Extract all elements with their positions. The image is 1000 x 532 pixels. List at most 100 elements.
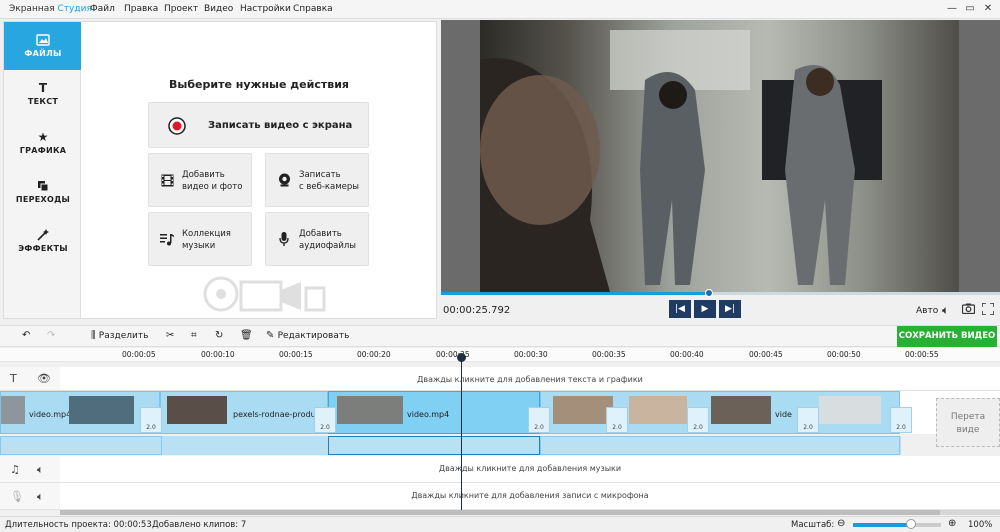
- mic-track[interactable]: Дважды кликните для добавления записи с …: [60, 483, 1000, 510]
- save-video-button[interactable]: СОХРАНИТЬ ВИДЕО: [897, 326, 997, 347]
- mic-track-hint: Дважды кликните для добавления записи с …: [411, 491, 649, 500]
- text-track-icon: T: [10, 372, 17, 385]
- crop-icon[interactable]: ⌗: [191, 330, 197, 341]
- star-icon: ★: [37, 130, 49, 144]
- pencil-icon: ✎: [266, 330, 275, 341]
- menu-edit[interactable]: Правка: [124, 4, 158, 14]
- clip-thumbnail: [711, 396, 771, 424]
- sidebar-item-label: ФАЙЛЫ: [24, 49, 62, 58]
- video-clip[interactable]: video.mp4: [0, 391, 160, 434]
- eye-icon[interactable]: 👁︎: [37, 372, 51, 385]
- menu-file[interactable]: Файл: [90, 4, 115, 14]
- record-screen-label: Записать видео с экрана: [208, 120, 353, 131]
- undo-icon[interactable]: ↶: [22, 330, 30, 341]
- transition[interactable]: 2.0: [528, 407, 550, 433]
- sidebar-item-text[interactable]: T ТЕКСТ: [4, 70, 82, 118]
- transition[interactable]: 2.0: [140, 407, 162, 433]
- play-button[interactable]: ▶: [694, 300, 716, 318]
- clip-audio-segment[interactable]: [540, 436, 900, 455]
- ruler-tick: 00:00:30: [514, 350, 548, 359]
- volume-icon[interactable]: 🔈︎: [942, 303, 949, 318]
- timeline-ruler[interactable]: 00:00:05 00:00:10 00:00:15 00:00:20 00:0…: [0, 348, 1000, 362]
- add-audio-button[interactable]: Добавить аудиофайлы: [265, 212, 369, 266]
- menu-project[interactable]: Проект: [164, 4, 198, 14]
- clip-audio-segment[interactable]: [0, 436, 162, 455]
- playhead[interactable]: [461, 355, 462, 510]
- minimize-button[interactable]: —: [944, 2, 960, 16]
- music-label-2: музыки: [182, 241, 216, 251]
- drop-zone[interactable]: Перета виде: [936, 398, 1000, 447]
- clip-thumbnail: [337, 396, 403, 424]
- previous-frame-button[interactable]: |◀: [669, 300, 691, 318]
- zoom-label: Масштаб:: [791, 520, 835, 530]
- video-clip[interactable]: pexels-rodnae-product: [160, 391, 328, 434]
- rotate-icon[interactable]: ↻: [215, 330, 223, 341]
- next-frame-button[interactable]: ▶|: [719, 300, 741, 318]
- redo-icon[interactable]: ↷: [47, 330, 55, 341]
- drop-zone-label-2: виде: [956, 425, 980, 435]
- volume-icon[interactable]: 🔈︎: [37, 463, 44, 477]
- menu-settings[interactable]: Настройки: [240, 4, 291, 14]
- ruler-tick: 00:00:50: [827, 350, 861, 359]
- music-collection-button[interactable]: Коллекция музыки: [148, 212, 252, 266]
- sidebar-item-label: ТЕКСТ: [27, 97, 59, 106]
- volume-icon[interactable]: 🔈︎: [37, 490, 44, 504]
- maximize-button[interactable]: ▭: [962, 2, 978, 16]
- current-time: 00:00:25.792: [443, 305, 511, 316]
- ruler-tick: 00:00:35: [592, 350, 626, 359]
- video-clip[interactable]: vide: [540, 391, 900, 434]
- ruler-tick: 00:00:05: [122, 350, 156, 359]
- transition-duration: 2.0: [612, 424, 622, 431]
- playback-progress-handle[interactable]: [705, 289, 714, 297]
- transition[interactable]: 2.0: [890, 407, 912, 433]
- sidebar-item-files[interactable]: ФАЙЛЫ: [4, 22, 82, 70]
- menu-help[interactable]: Справка: [293, 4, 333, 14]
- delete-icon[interactable]: 🗑︎: [240, 330, 253, 341]
- add-video-label-2: видео и фото: [182, 182, 243, 192]
- text-track[interactable]: Дважды кликните для добавления текста и …: [60, 367, 1000, 391]
- edit-label: Редактировать: [277, 331, 350, 341]
- split-button[interactable]: ⫼ Разделить: [91, 330, 148, 341]
- transition[interactable]: 2.0: [797, 407, 819, 433]
- video-clip-selected[interactable]: video.mp4: [328, 391, 540, 434]
- playhead-handle[interactable]: [457, 353, 466, 362]
- clips-added: Добавлено клипов: 7: [152, 520, 247, 530]
- files-icon: [36, 34, 50, 46]
- transition[interactable]: 2.0: [687, 407, 709, 433]
- record-screen-button[interactable]: Записать видео с экрана: [148, 102, 369, 148]
- zoom-out-button[interactable]: ⊖: [837, 518, 845, 529]
- ruler-tick: 00:00:55: [905, 350, 939, 359]
- sidebar: ФАЙЛЫ T ТЕКСТ ★ ГРАФИКА ПЕРЕХОДЫ ЭФФЕКТЫ: [3, 21, 82, 319]
- clip-thumbnail: [819, 396, 881, 424]
- close-button[interactable]: ✕: [980, 2, 996, 16]
- skip-forward-icon: ▶|: [725, 304, 735, 314]
- scissors-icon[interactable]: ✂: [166, 330, 174, 341]
- webcam-label-1: Записать: [299, 170, 341, 180]
- zoom-in-button[interactable]: ⊕: [948, 518, 956, 529]
- fullscreen-icon[interactable]: [981, 302, 995, 318]
- add-video-photo-button[interactable]: Добавить видео и фото: [148, 153, 252, 207]
- sidebar-item-transitions[interactable]: ПЕРЕХОДЫ: [4, 168, 82, 216]
- skip-back-icon: |◀: [675, 304, 685, 314]
- project-duration: Длительность проекта: 00:00:53: [5, 520, 152, 530]
- quality-select[interactable]: Авто: [916, 306, 938, 316]
- sidebar-item-effects[interactable]: ЭФФЕКТЫ: [4, 217, 82, 265]
- webcam-icon: [278, 173, 291, 190]
- record-webcam-button[interactable]: Записать с веб-камеры: [265, 153, 369, 207]
- transition[interactable]: 2.0: [606, 407, 628, 433]
- clip-thumbnail: [553, 396, 613, 424]
- sidebar-item-graphics[interactable]: ★ ГРАФИКА: [4, 119, 82, 167]
- timeline-scrollbar-thumb[interactable]: [60, 510, 940, 515]
- zoom-value: 100%: [968, 520, 993, 530]
- camera-icon[interactable]: [961, 303, 976, 317]
- edit-toolbar: ↶ ↷ ⫼ Разделить ✂ ⌗ ↻ 🗑︎ ✎ Редактировать: [0, 325, 1000, 347]
- music-track[interactable]: Дважды кликните для добавления музыки: [60, 456, 1000, 483]
- transition[interactable]: 2.0: [314, 407, 336, 433]
- music-track-header: ♫ 🔈︎: [0, 456, 60, 483]
- video-frame[interactable]: [480, 20, 959, 292]
- edit-button[interactable]: ✎ Редактировать: [266, 330, 349, 341]
- clip-audio-segment[interactable]: [328, 436, 540, 455]
- zoom-slider-fill: [853, 523, 912, 527]
- clip-thumbnail: [69, 396, 134, 424]
- menu-video[interactable]: Видео: [204, 4, 233, 14]
